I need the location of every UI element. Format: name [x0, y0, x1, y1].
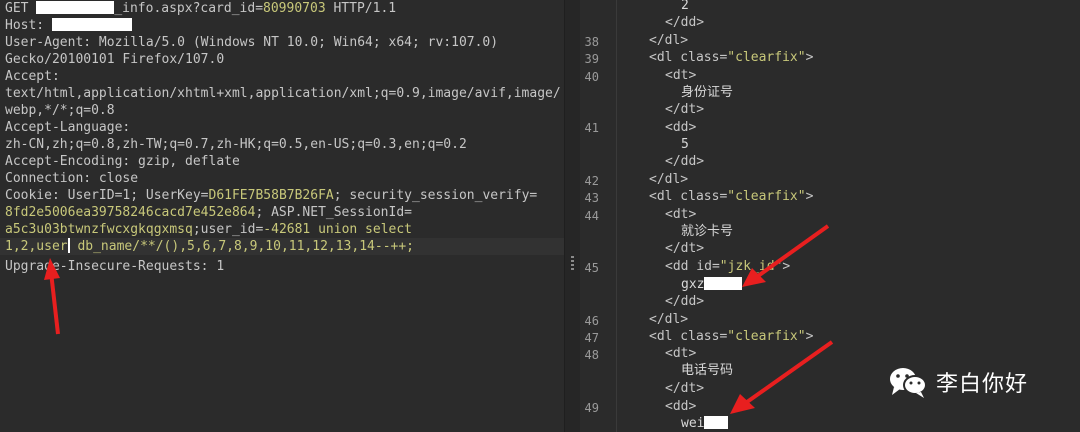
- watermark: 李白你好: [888, 362, 1058, 402]
- wechat-icon: [890, 368, 927, 398]
- arrow-down-left-icon: [730, 340, 834, 414]
- arrow-down-left-icon: [742, 224, 830, 287]
- arrow-up-icon: [44, 258, 60, 335]
- watermark-text: 李白你好: [936, 372, 1029, 397]
